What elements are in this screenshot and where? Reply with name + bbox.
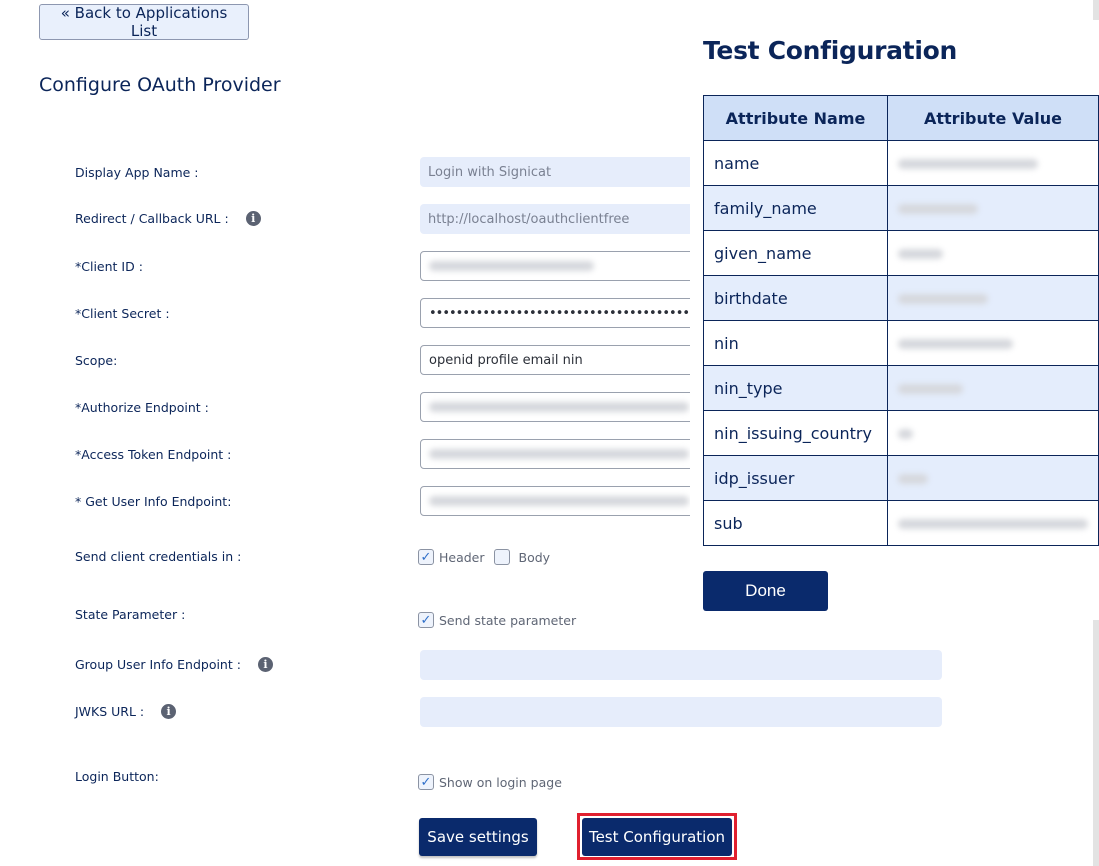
info-icon[interactable]: i: [257, 657, 273, 672]
body-option-label: Body: [518, 549, 551, 565]
redacted-value: [898, 338, 1013, 349]
back-to-applications-button[interactable]: « Back to Applications List: [39, 4, 249, 40]
column-header: Attribute Value: [887, 95, 1099, 141]
table-row: given_name: [703, 230, 1099, 276]
scope-label: Scope:: [75, 353, 117, 368]
attribute-value: [887, 500, 1099, 546]
label-text: *Authorize Endpoint :: [75, 400, 209, 415]
table-row: birthdate: [703, 275, 1099, 321]
label-text: * Get User Info Endpoint:: [75, 494, 232, 509]
attribute-value: [887, 410, 1099, 456]
login-button-label: Login Button:: [75, 769, 159, 784]
redacted-value: [898, 293, 988, 304]
jwks-url-label: JWKS URL : i: [75, 704, 177, 719]
attribute-value: [887, 185, 1099, 231]
attribute-value: [887, 140, 1099, 186]
redacted-value: [429, 496, 689, 506]
attribute-name: family_name: [703, 185, 888, 231]
scrollbar[interactable]: [1093, 620, 1099, 866]
page-title: Configure OAuth Provider: [39, 74, 281, 96]
done-button[interactable]: Done: [703, 571, 828, 611]
redirect-url-label: Redirect / Callback URL : i: [75, 211, 261, 226]
attribute-value: [887, 320, 1099, 366]
label-text: Display App Name :: [75, 165, 199, 180]
attribute-name: idp_issuer: [703, 455, 888, 501]
redacted-value: [429, 261, 594, 271]
authorize-endpoint-label: *Authorize Endpoint :: [75, 400, 209, 415]
info-icon[interactable]: i: [161, 704, 177, 719]
redacted-value: [898, 518, 1088, 529]
redacted-value: [898, 158, 1038, 169]
attribute-value: [887, 455, 1099, 501]
label-text: *Client ID :: [75, 259, 143, 274]
client-id-label: *Client ID :: [75, 259, 143, 274]
attribute-value: [887, 230, 1099, 276]
table-row: nin_issuing_country: [703, 410, 1099, 456]
info-icon[interactable]: i: [245, 211, 261, 226]
send-credentials-label: Send client credentials in :: [75, 549, 241, 564]
jwks-url-input[interactable]: [420, 697, 942, 727]
state-parameter-option: ✓ Send state parameter: [418, 612, 576, 628]
attribute-name: nin_issuing_country: [703, 410, 888, 456]
attribute-value: [887, 275, 1099, 321]
state-parameter-label: State Parameter :: [75, 607, 185, 622]
label-text: Login Button:: [75, 769, 159, 784]
send-credentials-options: ✓ Header Body: [418, 549, 550, 565]
attribute-name: nin_type: [703, 365, 888, 411]
send-state-label: Send state parameter: [439, 612, 577, 628]
label-text: *Client Secret :: [75, 306, 170, 321]
redacted-value: [898, 248, 943, 259]
save-settings-button[interactable]: Save settings: [419, 818, 537, 856]
table-header-row: Attribute Name Attribute Value: [703, 95, 1099, 141]
header-checkbox[interactable]: ✓: [418, 549, 434, 565]
label-text: JWKS URL :: [75, 704, 145, 719]
scrollbar[interactable]: [1093, 0, 1099, 20]
label-text: Redirect / Callback URL :: [75, 211, 229, 226]
show-on-login-label: Show on login page: [439, 774, 562, 790]
masked-secret: ••••••••••••••••••••••••••••••••••••••••…: [429, 305, 703, 321]
table-row: nin_type: [703, 365, 1099, 411]
attribute-name: nin: [703, 320, 888, 366]
client-secret-label: *Client Secret :: [75, 306, 170, 321]
attributes-table: Attribute Name Attribute Value name famil…: [703, 95, 1099, 546]
popup-title: Test Configuration: [703, 36, 957, 65]
attribute-name: birthdate: [703, 275, 888, 321]
label-text: Group User Info Endpoint :: [75, 657, 241, 672]
column-header: Attribute Name: [703, 95, 888, 141]
redacted-value: [898, 473, 928, 484]
redacted-value: [898, 428, 913, 439]
access-token-endpoint-label: *Access Token Endpoint :: [75, 447, 231, 462]
attribute-value: [887, 365, 1099, 411]
table-row: nin: [703, 320, 1099, 366]
table-row: sub: [703, 500, 1099, 546]
test-configuration-button[interactable]: Test Configuration: [582, 818, 732, 856]
attribute-name: given_name: [703, 230, 888, 276]
user-info-endpoint-label: * Get User Info Endpoint:: [75, 494, 231, 509]
group-user-info-endpoint-input[interactable]: [420, 650, 942, 680]
table-row: family_name: [703, 185, 1099, 231]
redacted-value: [429, 402, 689, 412]
table-row: name: [703, 140, 1099, 186]
attribute-name: name: [703, 140, 888, 186]
label-text: *Access Token Endpoint :: [75, 447, 232, 462]
label-text: State Parameter :: [75, 607, 186, 622]
redacted-value: [898, 203, 978, 214]
test-configuration-popup: Test Configuration Attribute Name Attrib…: [690, 0, 1099, 622]
group-user-info-endpoint-label: Group User Info Endpoint : i: [75, 657, 273, 672]
redacted-value: [898, 383, 963, 394]
body-checkbox[interactable]: [493, 549, 510, 565]
display-app-name-label: Display App Name :: [75, 165, 199, 180]
label-text: Send client credentials in :: [75, 549, 242, 564]
attribute-name: sub: [703, 500, 888, 546]
header-option-label: Header: [439, 549, 485, 565]
send-state-checkbox[interactable]: ✓: [418, 612, 434, 628]
redacted-value: [429, 449, 689, 459]
table-row: idp_issuer: [703, 455, 1099, 501]
show-on-login-checkbox[interactable]: ✓: [418, 774, 434, 790]
label-text: Scope:: [75, 353, 118, 368]
login-button-option: ✓ Show on login page: [418, 774, 562, 790]
